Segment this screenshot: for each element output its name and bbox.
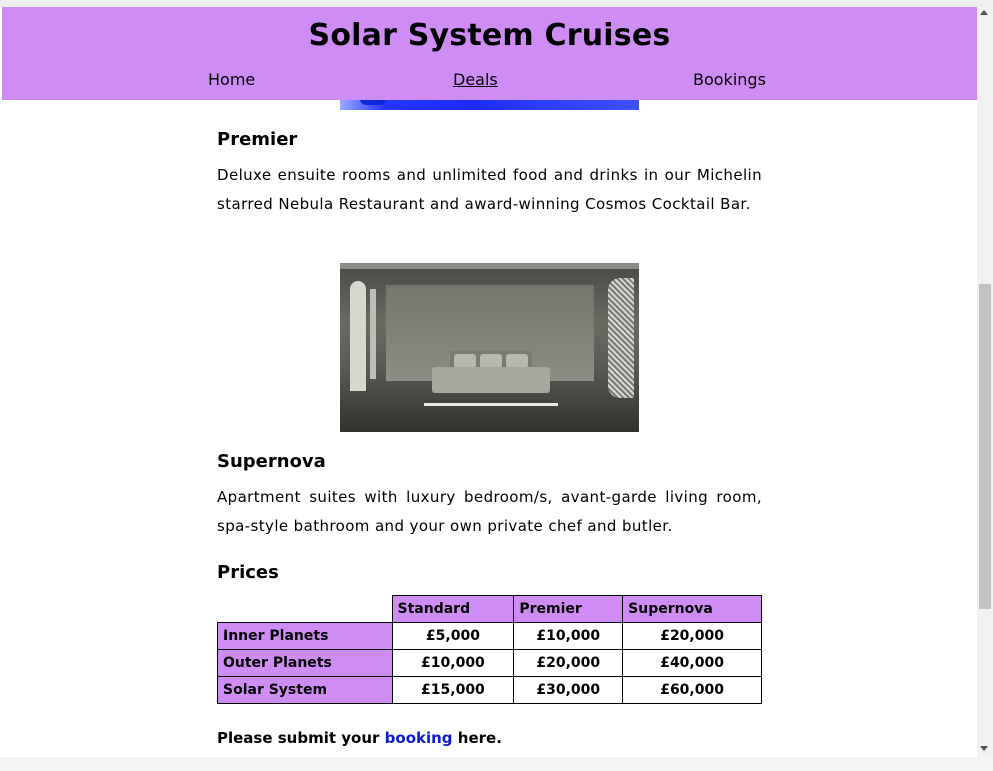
site-title: Solar System Cruises <box>308 18 671 53</box>
row-header: Solar System <box>217 676 393 704</box>
price-cell: £30,000 <box>513 676 624 704</box>
table-row: Outer Planets £10,000 £20,000 £40,000 <box>217 649 762 677</box>
scroll-down-arrow-icon[interactable] <box>980 746 988 751</box>
price-cell: £20,000 <box>622 622 762 650</box>
browser-bottom-strip <box>0 757 993 771</box>
booking-prompt: Please submit your booking here. <box>217 729 502 747</box>
column-header-supernova: Supernova <box>622 595 762 623</box>
supernova-heading: Supernova <box>217 451 326 472</box>
column-header-premier: Premier <box>513 595 624 623</box>
page-viewport: Solar System Cruises Home Deals Bookings… <box>2 7 977 757</box>
prices-table: Standard Premier Supernova Inner Planets… <box>217 595 762 704</box>
price-cell: £20,000 <box>513 649 624 677</box>
browser-top-strip <box>0 0 993 7</box>
site-header: Solar System Cruises Home Deals Bookings <box>2 7 977 100</box>
premier-description: Deluxe ensuite rooms and unlimited food … <box>217 166 762 213</box>
nav-bookings-link[interactable]: Bookings <box>693 70 766 89</box>
price-cell: £60,000 <box>622 676 762 704</box>
table-header-row: Standard Premier Supernova <box>217 595 762 623</box>
price-cell: £10,000 <box>513 622 624 650</box>
nav-home-link[interactable]: Home <box>208 70 255 89</box>
table-row: Solar System £15,000 £30,000 £60,000 <box>217 676 762 704</box>
vertical-scrollbar[interactable] <box>977 7 993 757</box>
row-header: Outer Planets <box>217 649 393 677</box>
row-header: Inner Planets <box>217 622 393 650</box>
booking-link[interactable]: booking <box>385 729 453 747</box>
price-cell: £5,000 <box>391 622 515 650</box>
column-header-standard: Standard <box>391 595 515 623</box>
price-cell: £15,000 <box>391 676 515 704</box>
table-corner-cell <box>217 595 393 623</box>
scrollbar-thumb[interactable] <box>979 284 991 609</box>
booking-prompt-before: Please submit your <box>217 729 380 747</box>
scroll-up-arrow-icon[interactable] <box>980 10 988 15</box>
price-cell: £40,000 <box>622 649 762 677</box>
nav-deals-link[interactable]: Deals <box>453 70 498 89</box>
supernova-description: Apartment suites with luxury bedroom/s, … <box>217 488 762 535</box>
booking-prompt-after: here. <box>457 729 502 747</box>
prices-heading: Prices <box>217 562 279 583</box>
premier-heading: Premier <box>217 129 298 150</box>
premier-room-image <box>340 263 639 432</box>
table-row: Inner Planets £5,000 £10,000 £20,000 <box>217 622 762 650</box>
price-cell: £10,000 <box>391 649 515 677</box>
